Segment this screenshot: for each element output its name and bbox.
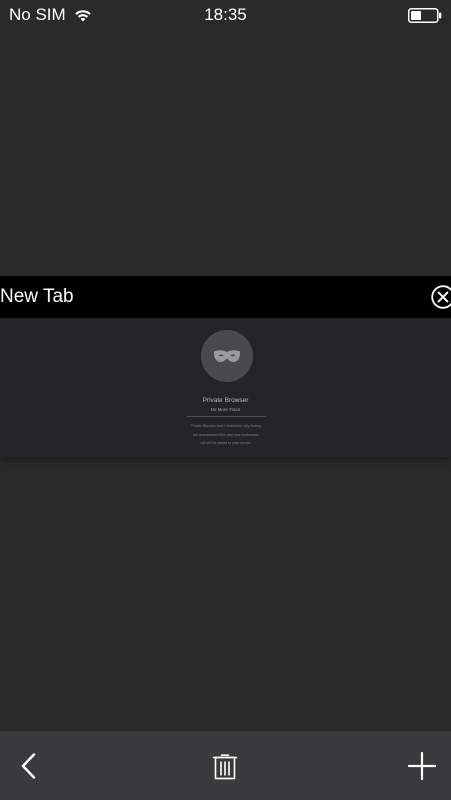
close-tab-button[interactable]: [431, 285, 451, 309]
tab-card[interactable]: New Tab Private Browser No More Trace Pr…: [0, 276, 451, 457]
preview-description-line: will still be saved to your device.: [200, 441, 252, 445]
tab-title: New Tab: [0, 286, 74, 307]
tab-header[interactable]: New Tab: [0, 276, 451, 318]
tab-switcher-screen: No SIM 18:35 New Tab Private Browser No …: [0, 0, 451, 800]
preview-title: Private Browser: [202, 397, 249, 404]
chevron-left-icon: [21, 753, 36, 779]
preview-description-line: but downloaded files and new bookmarks: [193, 432, 259, 437]
status-bar: No SIM 18:35: [0, 0, 451, 30]
trash-icon: [212, 754, 238, 780]
preview-divider: [187, 416, 266, 417]
tab-preview[interactable]: Private Browser No More Trace Private Br…: [0, 318, 451, 457]
mask-icon: [213, 350, 241, 363]
back-button[interactable]: [14, 751, 44, 781]
bottom-toolbar: [0, 731, 451, 800]
mask-avatar: [201, 330, 253, 382]
close-circle-icon: [431, 285, 451, 309]
status-time: 18:35: [204, 5, 247, 24]
preview-description-line: Private Browser won't remember any histo…: [190, 424, 262, 428]
new-tab-button[interactable]: [407, 751, 437, 781]
preview-subtitle: No More Trace: [210, 407, 241, 412]
close-all-tabs-button[interactable]: [210, 751, 240, 781]
preview-description: Private Browser won't remember any histo…: [180, 422, 272, 448]
plus-icon: [407, 751, 437, 781]
